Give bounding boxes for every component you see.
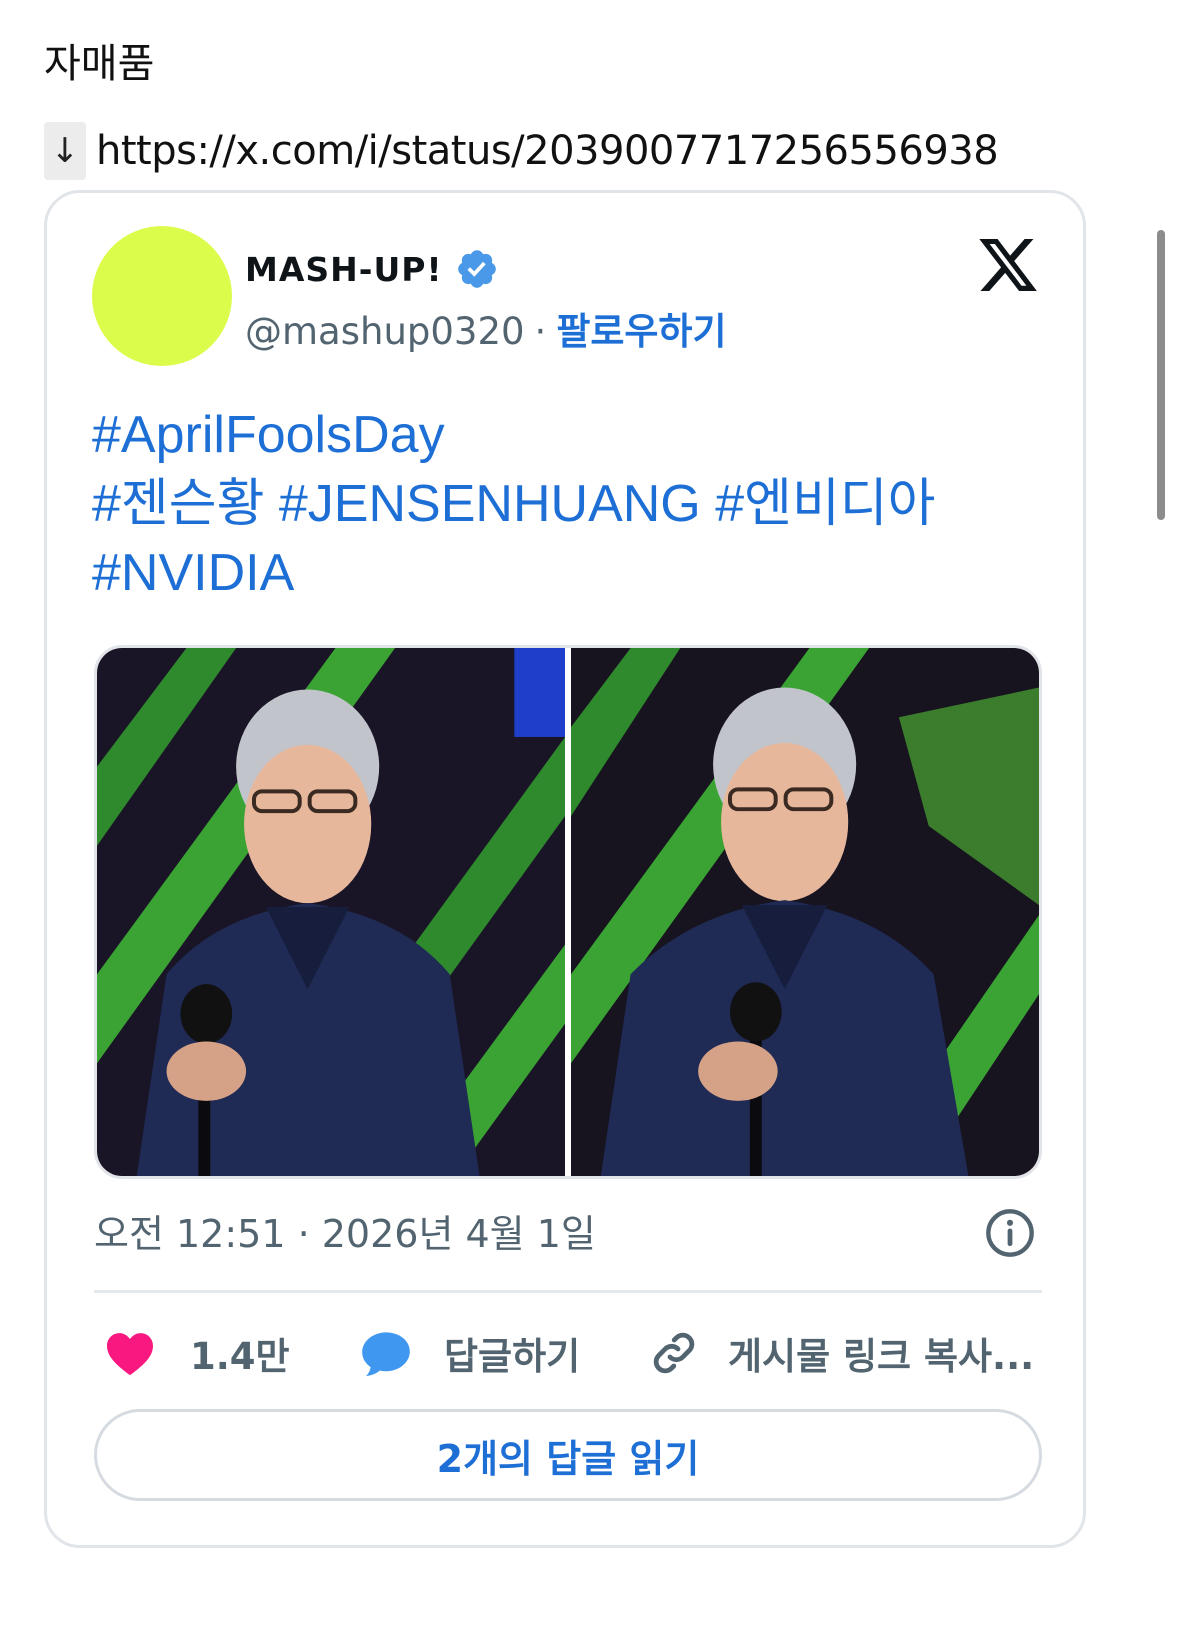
tweet-media xyxy=(94,645,1042,1179)
link-icon xyxy=(653,1332,695,1374)
tweet-text: #AprilFoolsDay #젠슨황 #JENSENHUANG #엔비디아 #… xyxy=(92,401,1042,608)
hashtag-line[interactable]: #젠슨황 #JENSENHUANG #엔비디아 xyxy=(92,470,1042,539)
photo-jensen-huang-stage-2-icon xyxy=(571,648,1039,1176)
like-count: 1.4만 xyxy=(190,1335,290,1378)
heart-icon xyxy=(107,1333,153,1376)
handle-separator: · xyxy=(534,310,547,353)
follow-link[interactable]: 팔로우하기 xyxy=(556,310,726,353)
status-link-row[interactable]: ↓ https://x.com/i/status/203900771725655… xyxy=(44,122,999,180)
display-name[interactable]: MASH-UP! xyxy=(245,250,443,289)
reply-label: 답글하기 xyxy=(444,1335,581,1378)
tweet-actions: 1.4만 답글하기 게시물 링크 복사... xyxy=(94,1318,1042,1388)
verified-badge-icon xyxy=(457,250,496,288)
tweet-timestamp[interactable]: 오전 12:51 · 2026년 4월 1일 xyxy=(94,1203,596,1258)
page-title: 자매품 xyxy=(44,41,155,87)
info-icon[interactable] xyxy=(984,1207,1036,1259)
down-arrow-icon: ↓ xyxy=(44,122,86,180)
author-name-row[interactable]: MASH-UP! xyxy=(245,247,499,291)
tweet-photo-left[interactable] xyxy=(97,648,565,1176)
reply-button[interactable]: 답글하기 xyxy=(360,1318,580,1388)
copy-link-label: 게시물 링크 복사... xyxy=(728,1335,1035,1378)
author-handle[interactable]: @mashup0320 xyxy=(245,310,525,353)
embedded-tweet-card: MASH-UP! @mashup0320 · 팔로우하기 #AprilFoolsDa… xyxy=(44,190,1086,1548)
tweet-photo-right[interactable] xyxy=(571,648,1039,1176)
copy-link-button[interactable]: 게시물 링크 복사... xyxy=(650,1318,1034,1388)
scrollbar[interactable] xyxy=(1157,230,1165,520)
photo-jensen-huang-stage-1-icon xyxy=(97,648,565,1176)
read-replies-button[interactable]: 2개의 답글 읽기 xyxy=(94,1409,1042,1501)
hashtag-line[interactable]: #NVIDIA xyxy=(92,539,1042,608)
like-button[interactable]: 1.4만 xyxy=(104,1318,290,1388)
avatar[interactable] xyxy=(92,226,232,366)
reply-bubble-icon xyxy=(362,1332,410,1376)
handle-row: @mashup0320 · 팔로우하기 xyxy=(245,301,727,355)
x-logo-icon[interactable] xyxy=(975,233,1041,297)
hashtag-line[interactable]: #AprilFoolsDay xyxy=(92,401,1042,470)
status-url[interactable]: https://x.com/i/status/20390077172565569… xyxy=(96,128,999,174)
divider xyxy=(94,1290,1042,1293)
